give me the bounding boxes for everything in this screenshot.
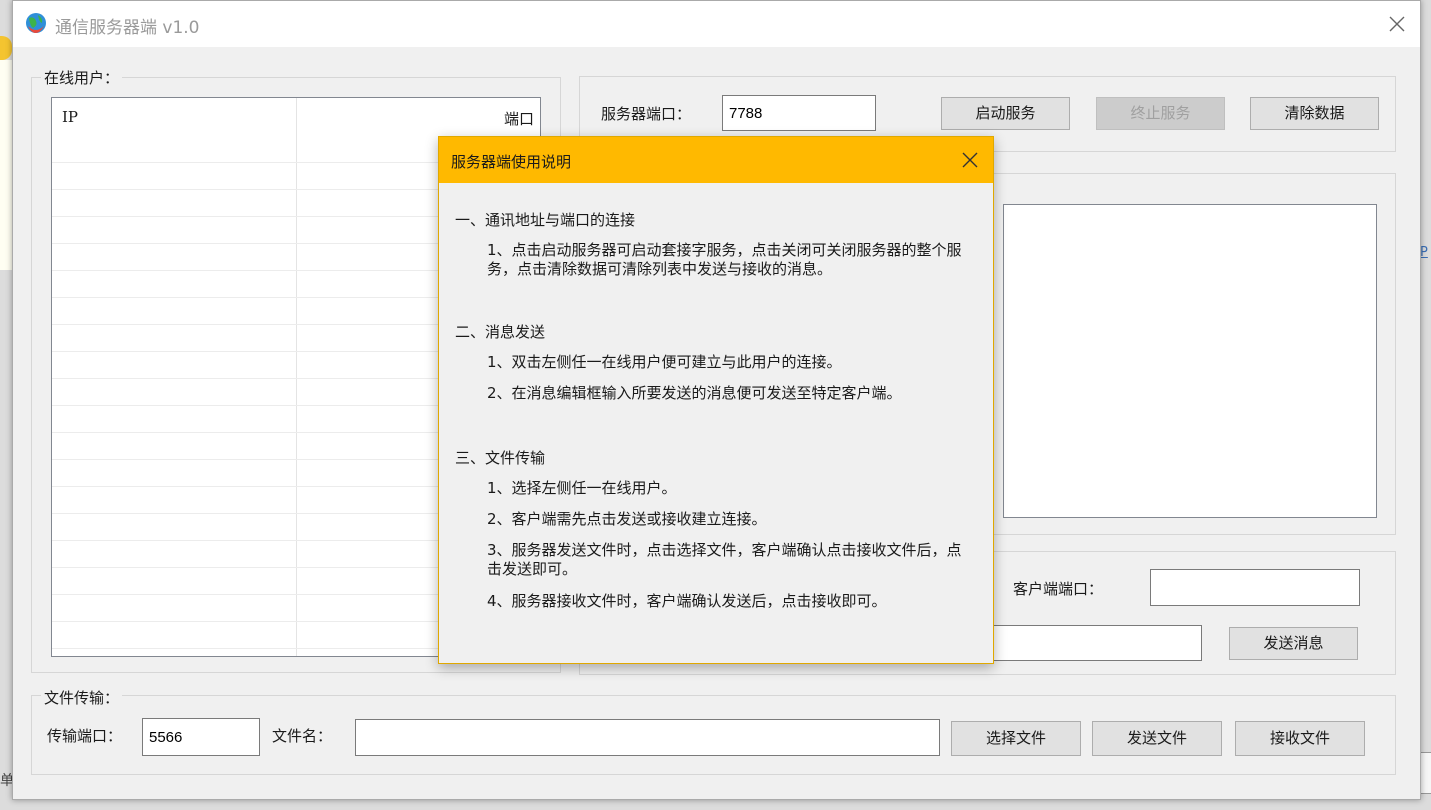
file-transfer-label: 文件传输： xyxy=(41,687,123,708)
start-service-button[interactable]: 启动服务 xyxy=(941,97,1070,130)
background-text: 单 xyxy=(0,773,12,789)
filename-label: 文件名： xyxy=(272,727,333,745)
column-header-ip[interactable]: IP xyxy=(62,108,78,126)
help-item: 1、选择左侧任一在线用户。 xyxy=(487,479,677,497)
help-item: 2、客户端需先点击发送或接收建立连接。 xyxy=(487,510,767,528)
server-port-label: 服务器端口： xyxy=(601,105,692,123)
online-users-label: 在线用户： xyxy=(41,67,123,88)
receive-file-button[interactable]: 接收文件 xyxy=(1235,721,1365,756)
background-scrollbar-fragment xyxy=(1420,752,1431,794)
transfer-port-input[interactable] xyxy=(142,718,260,756)
help-dialog-title: 服务器端使用说明 xyxy=(451,153,572,171)
help-item: 2、在消息编辑框输入所要发送的消息便可发送至特定客户端。 xyxy=(487,384,902,402)
column-header-port[interactable]: 端口 xyxy=(504,108,534,129)
help-dialog: 服务器端使用说明 一、通讯地址与端口的连接 1、点击启动服务器可启动套接字服务，… xyxy=(438,136,994,664)
clear-data-button[interactable]: 清除数据 xyxy=(1250,97,1379,130)
choose-file-button[interactable]: 选择文件 xyxy=(951,721,1081,756)
send-message-button[interactable]: 发送消息 xyxy=(1229,627,1358,660)
window-close-icon[interactable] xyxy=(1382,9,1412,39)
help-section-heading: 三、文件传输 xyxy=(455,449,546,467)
help-item: 3、服务器发送文件时，点击选择文件，客户端确认点击接收文件后，点击发送即可。 xyxy=(487,541,962,578)
help-item: 4、服务器接收文件时，客户端确认发送后，点击接收即可。 xyxy=(487,592,887,610)
help-dialog-body: 一、通讯地址与端口的连接 1、点击启动服务器可启动套接字服务，点击关闭可关闭服务… xyxy=(439,183,993,663)
message-input[interactable] xyxy=(973,625,1202,661)
filename-input[interactable] xyxy=(355,719,940,756)
client-port-label: 客户端端口： xyxy=(1013,580,1104,598)
help-section-heading: 一、通讯地址与端口的连接 xyxy=(455,211,636,229)
title-bar: 通信服务器端 v1.0 xyxy=(13,1,1420,47)
client-port-input[interactable] xyxy=(1150,569,1360,606)
message-log-box[interactable] xyxy=(1003,204,1377,518)
stop-service-button[interactable]: 终止服务 xyxy=(1096,97,1225,130)
app-globe-icon xyxy=(26,13,46,33)
help-item: 1、双击左侧任一在线用户便可建立与此用户的连接。 xyxy=(487,353,842,371)
help-dialog-close-icon[interactable] xyxy=(959,149,981,171)
window-title: 通信服务器端 v1.0 xyxy=(55,18,200,38)
help-item: 1、点击启动服务器可启动套接字服务，点击关闭可关闭服务器的整个服务，点击清除数据… xyxy=(487,241,962,278)
background-link-fragment: P xyxy=(1420,245,1428,260)
background-window-fragment xyxy=(0,36,12,60)
server-port-input[interactable] xyxy=(722,95,876,131)
help-section-heading: 二、消息发送 xyxy=(455,323,546,341)
help-dialog-header: 服务器端使用说明 xyxy=(439,137,993,183)
transfer-port-label: 传输端口： xyxy=(47,727,123,745)
send-file-button[interactable]: 发送文件 xyxy=(1092,721,1222,756)
